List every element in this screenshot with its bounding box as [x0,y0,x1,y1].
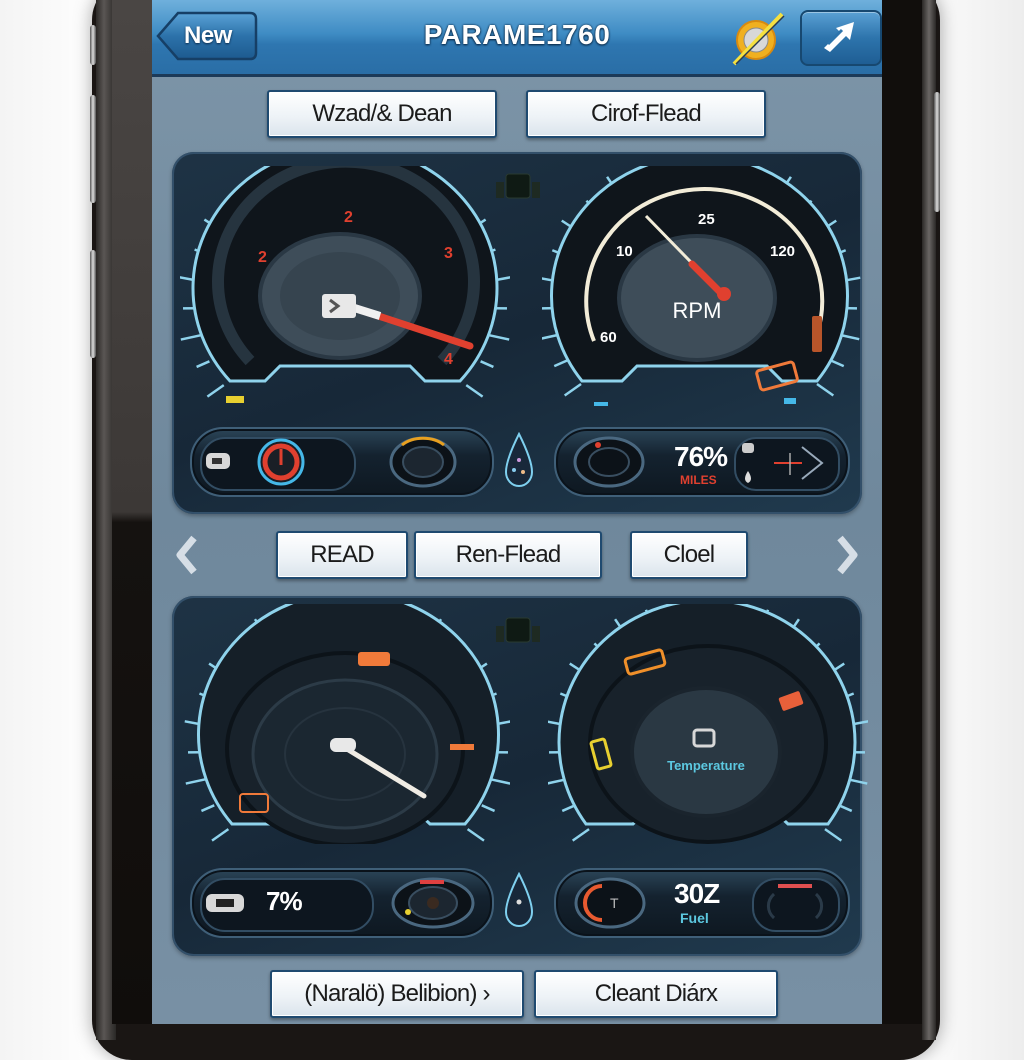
oil-icon [740,441,756,485]
client-diagnostics-button[interactable]: Cleant Diárx [534,970,778,1018]
indicator-blue [784,398,796,404]
gauge-tick-label: 2 [344,209,353,226]
rpm-tick-label: 120 [770,243,795,260]
gauge-tick-label: 4 [444,351,453,368]
warning-indicator-orange [450,744,474,750]
compass-icon [764,441,830,485]
read-button[interactable]: READ [276,531,408,579]
temperature-gauge: Temperature [548,604,868,844]
volume-up-button [90,95,96,203]
miles-label: MILES [680,473,717,487]
seat-icon [488,168,548,208]
left-gauge-bottom [180,604,510,844]
warning-indicator-orange [358,652,390,666]
temperature-dial-icon [254,435,308,489]
gauge-tick [207,385,223,396]
gauge-hub [253,680,437,828]
circuit-read-button[interactable]: Cirof-Flead [526,90,766,138]
readout-bar-left-top [190,427,494,497]
rpm-tick-label: 60 [600,329,617,346]
mute-switch [90,25,96,65]
readout-bar-right-bottom: T 30Z Fuel [554,868,850,938]
gauge-tick [831,361,844,367]
gauge-tick [201,805,214,811]
share-arrow-icon [820,18,862,56]
gauge-tick [186,779,206,783]
close-button[interactable]: Cloel [630,531,748,579]
fuel-label: Fuel [680,910,709,926]
gauge-tick [491,779,510,783]
lens-icon [762,882,828,926]
gauge-tick-label: 2 [258,249,267,266]
gauge-tick [554,361,567,367]
miles-value: 76% [674,441,727,473]
sync-disabled-icon[interactable] [730,10,786,66]
drop-indicator-icon [504,872,534,930]
ren-flead-button[interactable]: Ren-Flead [414,531,602,579]
drop-indicator-icon [504,432,534,490]
warning-indicator-orange [812,316,822,352]
gauge-tick [466,385,482,396]
left-gauge-top: 2 2 3 4 [180,166,510,406]
gauge-tick [468,829,484,840]
fuel-value: 30Z [674,878,719,910]
svg-text:T: T [610,895,619,911]
readout-bar-left-bottom: 7% [190,868,494,938]
gauge-tick [490,335,510,339]
gauge-panel-bottom: Temperature 7% T 30Z Fuel [172,596,862,956]
camera-lens-icon [572,435,646,489]
top-navigation-bar: New PARAME1760 [152,0,882,77]
chevron-right-icon[interactable] [832,532,862,578]
gauge-tick [181,335,201,339]
rpm-label: RPM [673,298,722,323]
gauge-panel-top: 2 2 3 4 60 10 25 120 RPM [172,152,862,514]
rpm-needle-hub [717,287,731,301]
temperature-label: Temperature [667,758,745,773]
neutral-belibion-button[interactable]: (Naralö) Belibion) › [270,970,524,1018]
gauge-tick-label: 3 [444,245,453,262]
gauge-tick [482,805,495,811]
gauge-tick [481,361,494,367]
gauge-tick [197,361,210,367]
rpm-tick-label: 10 [616,243,633,260]
rpm-tick-label: 25 [698,211,715,228]
volume-down-button [90,250,96,358]
battery-icon [204,449,234,475]
gauge-tick [573,829,589,840]
wizard-dean-button[interactable]: Wzad/& Dean [267,90,497,138]
app-screen: New PARAME1760 Wzad/& Dean Cirof-Flead [152,0,882,1024]
gauge-tick [542,335,558,339]
gauge-tick [817,384,833,395]
needle-icon [330,738,356,752]
battery-value: 7% [266,886,302,917]
fuel-dial-icon: T [572,876,648,930]
rpm-gauge: 60 10 25 120 RPM [542,166,862,406]
gauge-tick [565,384,581,395]
indicator-blue [594,402,608,406]
seat-icon [488,612,548,652]
gauge-tick [825,829,841,840]
battery-icon [204,890,248,916]
camera-lens-icon [388,435,458,489]
gauge-hub [632,688,780,816]
share-button[interactable] [800,10,882,66]
chevron-left-icon[interactable] [172,532,202,578]
readout-bar-right-top: 76% MILES [554,427,850,497]
phone-bezel-left [112,0,152,1024]
power-button [934,92,940,212]
camera-lens-icon [388,876,478,930]
gauge-tick [212,829,228,840]
warning-indicator-yellow [226,396,244,403]
